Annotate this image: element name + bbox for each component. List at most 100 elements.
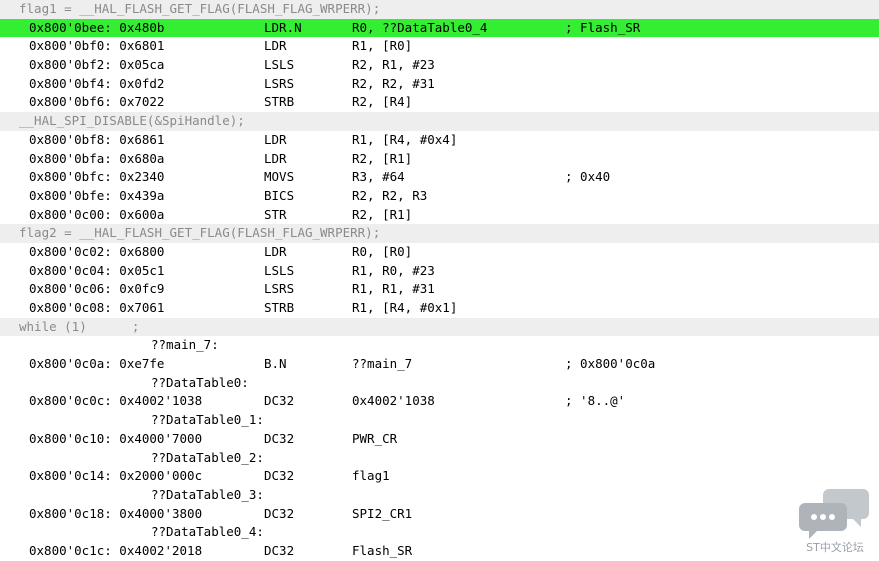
operands: Flash_SR xyxy=(352,542,413,558)
watermark-text: ST中文论坛 xyxy=(806,541,864,554)
mnemonic: STR xyxy=(264,206,287,222)
watermark-logo: ST中文论坛 xyxy=(799,487,871,555)
instruction-row[interactable]: 0x800'0c04: 0x05c1 LSLS R1, R0, #23 xyxy=(0,262,879,281)
address-opcode: 0x800'0c04: 0x05c1 xyxy=(29,262,165,278)
address-opcode: 0x800'0c18: 0x4000'3800 xyxy=(29,505,203,521)
mnemonic: LSLS xyxy=(264,57,295,73)
address-opcode: 0x800'0c1c: 0x4002'2018 xyxy=(29,542,203,558)
mnemonic: LSLS xyxy=(264,262,295,278)
instruction-row[interactable]: 0x800'0bfa: 0x680a LDR R2, [R1] xyxy=(0,150,879,169)
address-opcode: 0x800'0bfe: 0x439a xyxy=(29,187,165,203)
address-opcode: 0x800'0bf4: 0x0fd2 xyxy=(29,75,165,91)
mnemonic: DC32 xyxy=(264,468,295,484)
instruction-row[interactable]: 0x800'0c06: 0x0fc9 LSRS R1, R1, #31 xyxy=(0,280,879,299)
instruction-row[interactable]: 0x800'0c14: 0x2000'000c DC32 flag1 xyxy=(0,467,879,486)
instruction-row[interactable]: 0x800'0bf4: 0x0fd2 LSRS R2, R2, #31 xyxy=(0,75,879,94)
address-opcode: 0x800'0bee: 0x480b xyxy=(29,19,165,35)
instruction-row[interactable]: 0x800'0c1c: 0x4002'2018 DC32 Flash_SR xyxy=(0,542,879,561)
source-line[interactable]: flag1 = __HAL_FLASH_GET_FLAG(FLASH_FLAG_… xyxy=(0,0,879,19)
mnemonic: MOVS xyxy=(264,169,295,185)
operands: R2, R2, R3 xyxy=(352,187,428,203)
operands: R1, [R4, #0x4] xyxy=(352,131,458,147)
operands: R0, [R0] xyxy=(352,243,413,259)
instruction-row[interactable]: 0x800'0bfc: 0x2340 MOVS R3, #64 ; 0x40 xyxy=(0,168,879,187)
instruction-row[interactable]: 0x800'0c02: 0x6800 LDR R0, [R0] xyxy=(0,243,879,262)
operands: R3, #64 xyxy=(352,169,405,185)
operands: SPI2_CR1 xyxy=(352,505,413,521)
code-label: ??DataTable0: xyxy=(151,374,249,390)
mnemonic: DC32 xyxy=(264,393,295,409)
disassembly-view[interactable]: flag1 = __HAL_FLASH_GET_FLAG(FLASH_FLAG_… xyxy=(0,0,879,561)
comment: ; 0x40 xyxy=(565,169,611,185)
source-line[interactable]: flag2 = __HAL_FLASH_GET_FLAG(FLASH_FLAG_… xyxy=(0,224,879,243)
mnemonic: LDR.N xyxy=(264,19,302,35)
comment: ; 0x800'0c0a xyxy=(565,356,656,372)
code-label: ??DataTable0_1: xyxy=(151,412,264,428)
address-opcode: 0x800'0bf6: 0x7022 xyxy=(29,94,165,110)
address-opcode: 0x800'0bfc: 0x2340 xyxy=(29,169,165,185)
code-label: ??DataTable0_3: xyxy=(151,486,264,502)
code-label-line[interactable]: ??DataTable0_1: xyxy=(0,411,879,430)
address-opcode: 0x800'0c0c: 0x4002'1038 xyxy=(29,393,203,409)
instruction-row[interactable]: 0x800'0bf2: 0x05ca LSLS R2, R1, #23 xyxy=(0,56,879,75)
mnemonic: STRB xyxy=(264,94,295,110)
operands: R2, R1, #23 xyxy=(352,57,435,73)
code-label: ??DataTable0_4: xyxy=(151,524,264,540)
operands: R2, [R1] xyxy=(352,206,413,222)
mnemonic: BICS xyxy=(264,187,295,203)
mnemonic: LDR xyxy=(264,150,287,166)
address-opcode: 0x800'0bf2: 0x05ca xyxy=(29,57,165,73)
source-line[interactable]: __HAL_SPI_DISABLE(&SpiHandle); xyxy=(0,112,879,131)
instruction-row[interactable]: 0x800'0c18: 0x4000'3800 DC32 SPI2_CR1 xyxy=(0,505,879,524)
code-label-line[interactable]: ??DataTable0_3: xyxy=(0,486,879,505)
address-opcode: 0x800'0c14: 0x2000'000c xyxy=(29,468,203,484)
source-line[interactable]: while (1) ; xyxy=(0,317,879,337)
instruction-row[interactable]: 0x800'0bf6: 0x7022 STRB R2, [R4] xyxy=(0,93,879,112)
current-instruction-row[interactable]: 0x800'0bee: 0x480b LDR.N R0, ??DataTable0_… xyxy=(0,18,879,38)
disassembly-lines: flag1 = __HAL_FLASH_GET_FLAG(FLASH_FLAG_… xyxy=(0,0,879,561)
chat-bubbles-icon xyxy=(799,489,869,539)
mnemonic: DC32 xyxy=(264,430,295,446)
mnemonic: LDR xyxy=(264,243,287,259)
instruction-row[interactable]: 0x800'0bf8: 0x6861 LDR R1, [R4, #0x4] xyxy=(0,131,879,150)
code-label-line[interactable]: ??DataTable0: xyxy=(0,374,879,393)
mnemonic: LDR xyxy=(264,38,287,54)
address-opcode: 0x800'0bf8: 0x6861 xyxy=(29,131,165,147)
instruction-row[interactable]: 0x800'0bfe: 0x439a BICS R2, R2, R3 xyxy=(0,187,879,206)
operands: flag1 xyxy=(352,468,390,484)
mnemonic: B.N xyxy=(264,356,287,372)
mnemonic: LSRS xyxy=(264,75,295,91)
comment: ; '8..@' xyxy=(565,393,626,409)
operands: R2, [R4] xyxy=(352,94,413,110)
operands: R1, R0, #23 xyxy=(352,262,435,278)
mnemonic: STRB xyxy=(264,300,295,315)
instruction-row[interactable]: 0x800'0c08: 0x7061 STRB R1, [R4, #0x1] xyxy=(0,299,879,318)
operands: 0x4002'1038 xyxy=(352,393,435,409)
address-opcode: 0x800'0c08: 0x7061 xyxy=(29,300,165,315)
mnemonic: DC32 xyxy=(264,542,295,558)
address-opcode: 0x800'0c10: 0x4000'7000 xyxy=(29,430,203,446)
code-label-line[interactable]: ??DataTable0_2: xyxy=(0,449,879,468)
operands: R2, R2, #31 xyxy=(352,75,435,91)
operands: R2, [R1] xyxy=(352,150,413,166)
instruction-row[interactable]: 0x800'0c0a: 0xe7fe B.N ??main_7 ; 0x800'0c0… xyxy=(0,355,879,374)
code-label-line[interactable]: ??main_7: xyxy=(0,336,879,355)
instruction-row[interactable]: 0x800'0c10: 0x4000'7000 DC32 PWR_CR xyxy=(0,430,879,449)
mnemonic: DC32 xyxy=(264,505,295,521)
code-label: ??DataTable0_2: xyxy=(151,449,264,465)
code-label: ??main_7: xyxy=(151,337,219,353)
operands: R1, [R4, #0x1] xyxy=(352,300,458,315)
comment: ; Flash_SR xyxy=(565,19,641,35)
address-opcode: 0x800'0c0a: 0xe7fe xyxy=(29,356,165,372)
address-opcode: 0x800'0c00: 0x600a xyxy=(29,206,165,222)
instruction-row[interactable]: 0x800'0c0c: 0x4002'1038 DC32 0x4002'1038 ; … xyxy=(0,392,879,411)
instruction-row[interactable]: 0x800'0bf0: 0x6801 LDR R1, [R0] xyxy=(0,37,879,56)
code-label-line[interactable]: ??DataTable0_4: xyxy=(0,523,879,542)
operands: R0, ??DataTable0_4 xyxy=(352,19,488,35)
operands: R1, [R0] xyxy=(352,38,413,54)
address-opcode: 0x800'0c02: 0x6800 xyxy=(29,243,165,259)
operands: PWR_CR xyxy=(352,430,398,446)
address-opcode: 0x800'0bf0: 0x6801 xyxy=(29,38,165,54)
operands: ??main_7 xyxy=(352,356,413,372)
instruction-row[interactable]: 0x800'0c00: 0x600a STR R2, [R1] xyxy=(0,206,879,225)
